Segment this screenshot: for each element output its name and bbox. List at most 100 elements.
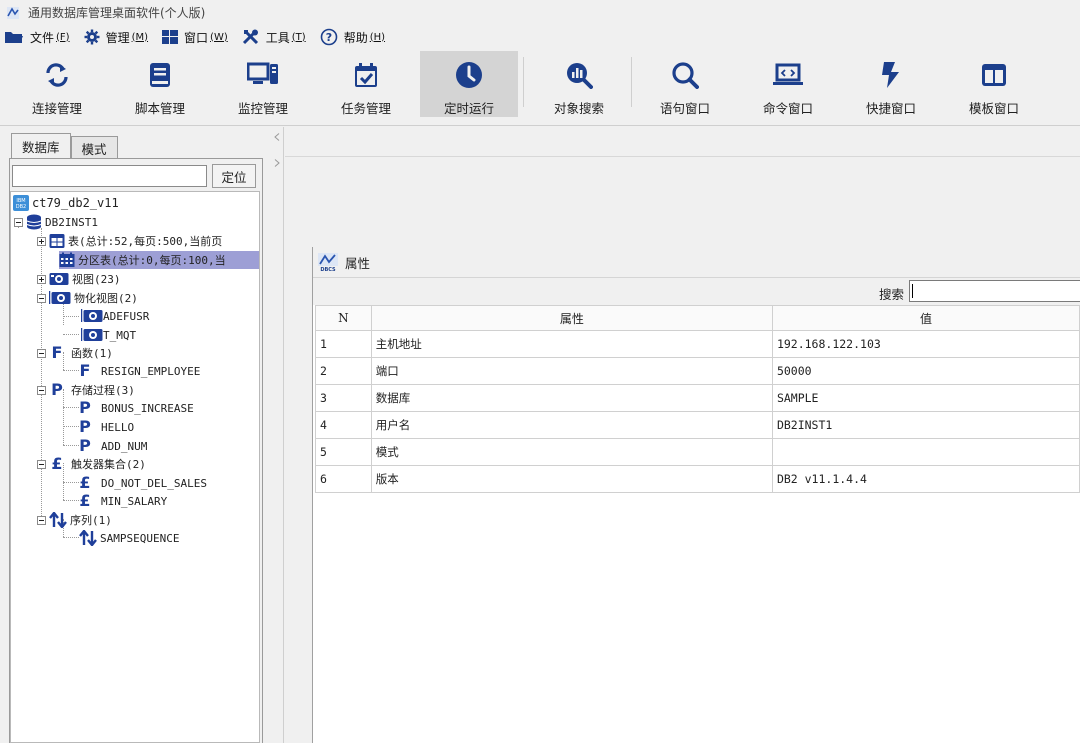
tab-database[interactable]: 数据库 (11, 133, 71, 159)
tree-functions[interactable]: F 函数(1) (37, 344, 113, 362)
locate-input[interactable] (12, 165, 207, 187)
properties-window: DBCS 属性 搜索 N 属性 值 1 主机地址 192.168.122.103… (312, 247, 1080, 743)
toolbar-task-manage[interactable]: 任务管理 (317, 51, 415, 117)
table-row[interactable]: 5 模式 (315, 438, 1080, 466)
table-row[interactable]: 2 端口 50000 (315, 357, 1080, 385)
bolt-icon (882, 61, 899, 88)
table-row[interactable]: 1 主机地址 192.168.122.103 (315, 330, 1080, 358)
property-value[interactable]: 50000 (771, 357, 1080, 385)
tree-sequences[interactable]: 序列(1) (37, 511, 112, 529)
row-number: 5 (315, 438, 372, 466)
materialized-view-icon (49, 291, 71, 304)
tree-procedure-item[interactable]: P ADD_NUM (77, 437, 147, 455)
property-name: 版本 (370, 465, 773, 493)
expand-toggle[interactable] (37, 274, 46, 284)
collapse-toggle[interactable] (37, 459, 46, 469)
toolbar-statement-window[interactable]: 语句窗口 (636, 51, 734, 117)
property-value[interactable]: DB2 v11.1.4.4 (771, 465, 1080, 493)
tree-partition-tables[interactable]: 分区表(总计:0,每页:100,当 (59, 251, 259, 269)
collapse-toggle[interactable] (37, 348, 46, 358)
menu-manage[interactable]: 管理 (M) (84, 29, 148, 46)
tree-procedures[interactable]: P 存储过程(3) (37, 381, 135, 399)
tree-root-connection[interactable]: IBM DB2 ct79_db2_v11 (13, 194, 119, 212)
property-value[interactable]: SAMPLE (771, 384, 1080, 412)
column-header-n[interactable]: N (315, 305, 372, 331)
toolbar-object-search[interactable]: 对象搜索 (530, 51, 628, 117)
toolbar-scheduled-run[interactable]: 定时运行 (420, 51, 518, 117)
menu-tools[interactable]: 工具 (T) (242, 29, 306, 46)
table-row[interactable]: 4 用户名 DB2INST1 (315, 411, 1080, 439)
tools-icon (242, 29, 258, 45)
property-value[interactable]: DB2INST1 (771, 411, 1080, 439)
tree-function-item[interactable]: F RESIGN_EMPLOYEE (77, 362, 201, 380)
menu-file[interactable]: 文件 (F) (4, 29, 70, 46)
toolbar-script-manage[interactable]: 脚本管理 (111, 51, 209, 117)
property-value[interactable] (771, 438, 1080, 466)
properties-title: 属性 (345, 255, 371, 271)
tree-procedure-item[interactable]: P HELLO (77, 418, 134, 436)
expand-right-icon[interactable] (274, 159, 280, 167)
panel-splitter[interactable] (268, 127, 284, 743)
tab-schema[interactable]: 模式 (70, 136, 118, 159)
properties-table: N 属性 值 1 主机地址 192.168.122.103 2 端口 50000… (315, 305, 1080, 493)
left-tabs: 数据库 模式 (11, 133, 118, 159)
tree-tables[interactable]: 表(总计:52,每页:500,当前页 (37, 232, 222, 250)
tree-materialized-views[interactable]: 物化视图(2) (37, 289, 138, 307)
tree-views[interactable]: 视图(23) (37, 270, 121, 288)
tree-mview-item[interactable]: ADEFUSR (81, 307, 149, 325)
collapse-toggle[interactable] (37, 293, 46, 303)
tree-trigger-item[interactable]: £ MIN_SALARY (77, 492, 167, 510)
window-title: 通用数据库管理桌面软件(个人版) (28, 6, 206, 20)
svg-text:DBCS: DBCS (320, 267, 336, 272)
trigger-icon: £ (51, 454, 63, 473)
trigger-icon: £ (79, 473, 91, 492)
table-icon (49, 234, 65, 248)
menu-help[interactable]: ? 帮助 (H) (320, 28, 385, 46)
search-input[interactable] (909, 280, 1080, 302)
calendar-check-icon (355, 62, 377, 87)
materialized-view-icon (81, 309, 103, 322)
table-row[interactable]: 6 版本 DB2 v11.1.4.4 (315, 465, 1080, 493)
tree-mview-item[interactable]: T_MQT (81, 326, 136, 344)
toolbar-command-window[interactable]: 命令窗口 (739, 51, 837, 117)
toolbar-template-window[interactable]: 模板窗口 (945, 51, 1043, 117)
app-logo-icon: DBCS (318, 253, 338, 272)
properties-titlebar[interactable]: DBCS 属性 (313, 247, 1080, 277)
help-icon: ? (320, 28, 337, 46)
collapse-toggle[interactable] (14, 217, 23, 227)
expand-toggle[interactable] (37, 236, 46, 246)
column-header-value[interactable]: 值 (771, 305, 1080, 331)
toolbar: 连接管理 脚本管理 监控管理 任务管理 定时运行 对象搜索 语句窗口 命令窗口 … (0, 49, 1080, 126)
menu-window[interactable]: 窗口 (W) (162, 29, 228, 46)
procedure-icon: P (79, 398, 91, 417)
procedure-icon: P (79, 436, 91, 455)
tree-triggers[interactable]: £ 触发器集合(2) (37, 455, 146, 473)
table-row[interactable]: 3 数据库 SAMPLE (315, 384, 1080, 412)
table-header-row: N 属性 值 (315, 305, 1080, 331)
row-number: 2 (315, 357, 372, 385)
svg-text:DB2: DB2 (16, 204, 26, 210)
procedure-icon: P (51, 380, 63, 399)
collapse-toggle[interactable] (37, 385, 46, 395)
toolbar-quick-window[interactable]: 快捷窗口 (842, 51, 940, 117)
toolbar-connection-manage[interactable]: 连接管理 (8, 51, 106, 117)
locate-button[interactable]: 定位 (212, 164, 256, 188)
property-value[interactable]: 192.168.122.103 (771, 330, 1080, 358)
menu-bar: 文件 (F) 管理 (M) 窗口 (W) 工具 (T) ? 帮助 (H) (0, 25, 1080, 49)
laptop-code-icon (773, 63, 803, 85)
collapse-toggle[interactable] (37, 515, 46, 525)
property-name: 数据库 (370, 384, 773, 412)
tree-trigger-item[interactable]: £ DO_NOT_DEL_SALES (77, 474, 207, 492)
column-header-property[interactable]: 属性 (370, 305, 773, 331)
trigger-icon: £ (79, 491, 91, 510)
tree-instance[interactable]: DB2INST1 (14, 213, 98, 231)
property-name: 端口 (370, 357, 773, 385)
tree-sequence-item[interactable]: SAMPSEQUENCE (79, 529, 179, 547)
sync-icon (46, 62, 68, 87)
tree-procedure-item[interactable]: P BONUS_INCREASE (77, 399, 194, 417)
app-logo-icon (7, 6, 19, 19)
columns-icon (982, 63, 1006, 86)
toolbar-separator (631, 57, 632, 107)
toolbar-monitor-manage[interactable]: 监控管理 (214, 51, 312, 117)
collapse-left-icon[interactable] (274, 133, 280, 141)
